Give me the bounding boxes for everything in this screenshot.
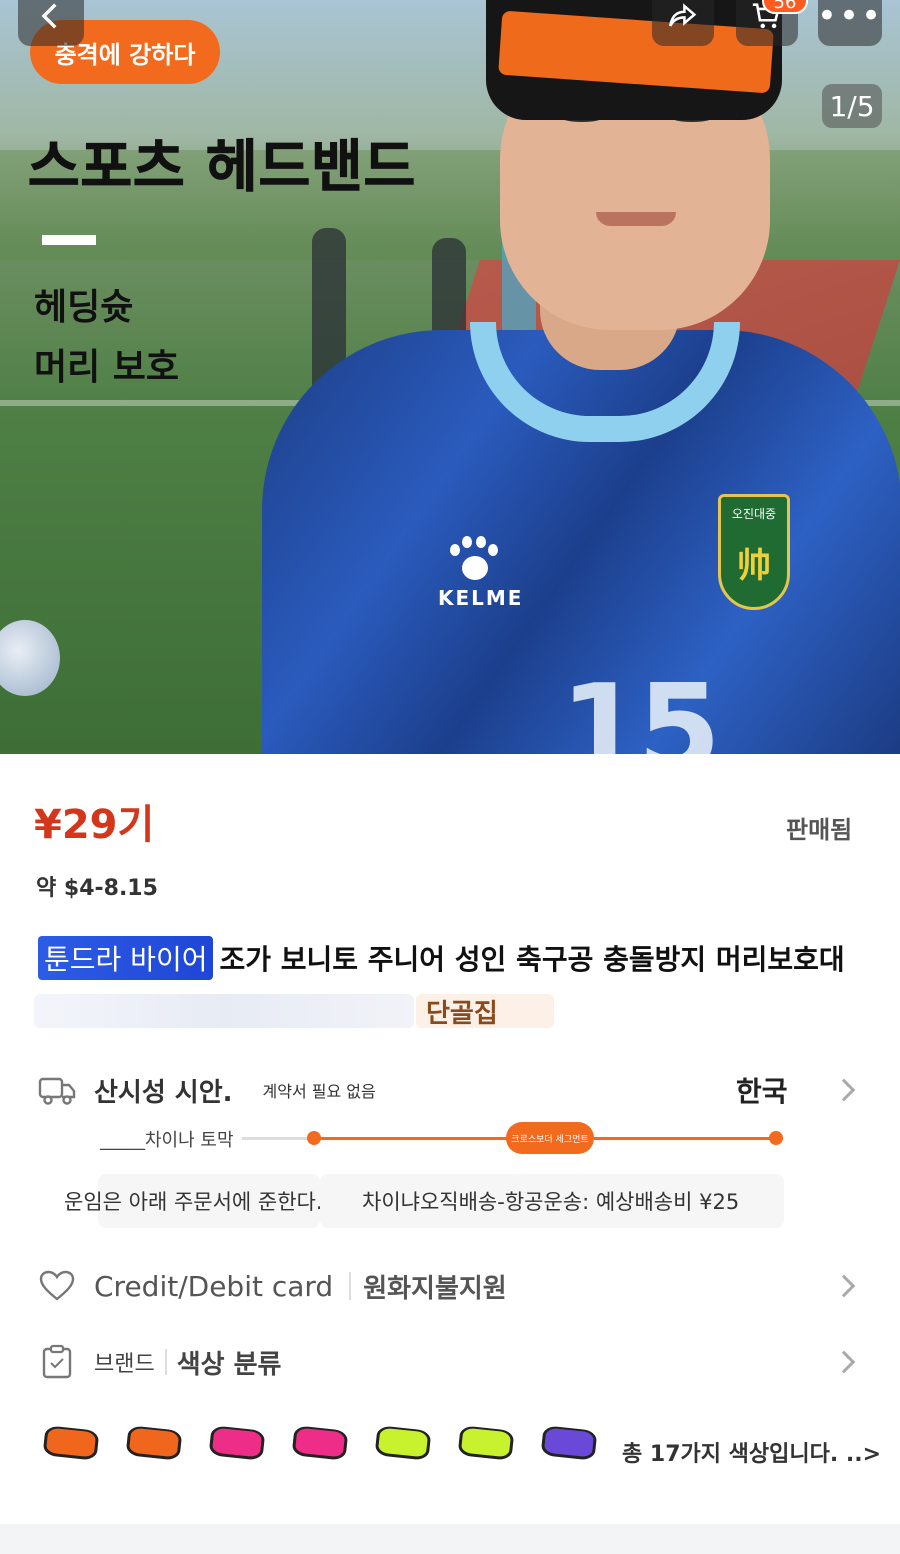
regular-shop-tag[interactable]: 단골집 <box>416 994 554 1029</box>
chevron-right-icon <box>832 1350 856 1374</box>
progress-dot <box>307 1131 321 1145</box>
more-icon: ••• <box>816 0 884 36</box>
blurred-subtitle <box>34 994 414 1028</box>
product-image-gallery[interactable]: KELME 오진대중 帅 15 충격에 강하다 스포츠 헤드밴드 헤딩슛 머리 … <box>0 0 900 754</box>
approx-price: 약 $4-8.15 <box>36 876 158 901</box>
product-title: 툰드라 바이어 조가 보니토 주니어 성인 축구공 충돌방지 머리보호대 <box>38 936 845 980</box>
team-crest: 오진대중 帅 <box>718 494 790 610</box>
bottom-bar <box>0 1524 900 1554</box>
back-button[interactable] <box>18 0 84 46</box>
ship-origin: 산시성 시안. <box>94 1077 233 1108</box>
cart-count-badge: 56 <box>762 0 808 14</box>
color-swatch[interactable] <box>291 1425 349 1461</box>
more-options-button[interactable]: ••• <box>816 0 884 46</box>
price: ¥29기 <box>34 802 155 848</box>
chevron-right-icon <box>832 1078 856 1102</box>
color-swatch[interactable] <box>457 1425 515 1461</box>
hero-feature-1: 헤딩슛 <box>34 287 134 328</box>
jersey-brand-text: KELME <box>438 586 524 610</box>
payment-method: Credit/Debit card <box>94 1269 334 1303</box>
title-divider <box>42 235 96 245</box>
color-swatch[interactable] <box>374 1425 432 1461</box>
color-swatch[interactable] <box>42 1425 100 1461</box>
color-swatches <box>42 1425 625 1461</box>
heart-icon <box>38 1267 76 1305</box>
store-tag: 툰드라 바이어 <box>38 936 214 980</box>
product-title-text: 조가 보니토 주니어 성인 축구공 충돌방지 머리보호대 <box>219 943 845 976</box>
soccer-ball <box>0 620 60 696</box>
shipping-method: 차이냐오직배송-항공운송: 예상배송비 ¥25 <box>362 1190 740 1214</box>
crossborder-segment-pill: 크로스보더 세그먼트 <box>506 1122 594 1154</box>
mouth <box>596 212 676 226</box>
share-icon <box>668 3 697 27</box>
jersey-number: 15 <box>560 660 721 754</box>
crest-text: 오진대중 <box>731 507 777 521</box>
back-arrow-icon <box>41 3 57 29</box>
fee-note-box: 운임은 아래 주문서에 준한다. <box>64 1174 323 1228</box>
chevron-right-icon <box>832 1274 856 1298</box>
sold-label: 판매됨 <box>786 816 853 844</box>
share-button[interactable] <box>652 0 714 46</box>
divider <box>164 1349 167 1375</box>
hero-title: 스포츠 헤드밴드 <box>27 135 417 201</box>
method-box: 차이냐오직배송-항공운송: 예상배송비 ¥25 <box>320 1174 784 1228</box>
color-swatch[interactable] <box>125 1425 183 1461</box>
from-label: _____차이나 토막 <box>100 1126 242 1152</box>
colors-count-link[interactable]: 총 17가지 색상입니다. ..> <box>622 1436 881 1468</box>
brand-label: 브랜드 <box>94 1352 155 1377</box>
fee-note: 운임은 아래 주문서에 준한다. <box>64 1190 323 1214</box>
image-pager: 1/5 <box>822 84 882 128</box>
color-category: 색상 분류 <box>176 1349 282 1380</box>
color-swatch[interactable] <box>540 1425 598 1461</box>
krw-support: 원화지불지원 <box>363 1273 507 1304</box>
truck-icon <box>38 1071 76 1109</box>
shipping-row[interactable]: 산시성 시안. 계약서 필요 없음 한국 <box>38 1068 862 1112</box>
brand-row[interactable]: 브랜드 색상 분류 <box>38 1340 862 1384</box>
kelme-paw-logo <box>448 536 498 586</box>
color-swatch[interactable] <box>208 1425 266 1461</box>
divider <box>349 1272 352 1300</box>
hero-feature-2: 머리 보호 <box>34 347 180 388</box>
crest-emblem: 帅 <box>737 546 771 586</box>
ship-destination: 한국 <box>736 1075 788 1108</box>
payment-row[interactable]: Credit/Debit card 원화지불지원 <box>38 1264 862 1308</box>
clipboard-icon <box>38 1343 76 1381</box>
progress-dot <box>769 1131 783 1145</box>
contract-note: 계약서 필요 없음 <box>262 1082 376 1101</box>
